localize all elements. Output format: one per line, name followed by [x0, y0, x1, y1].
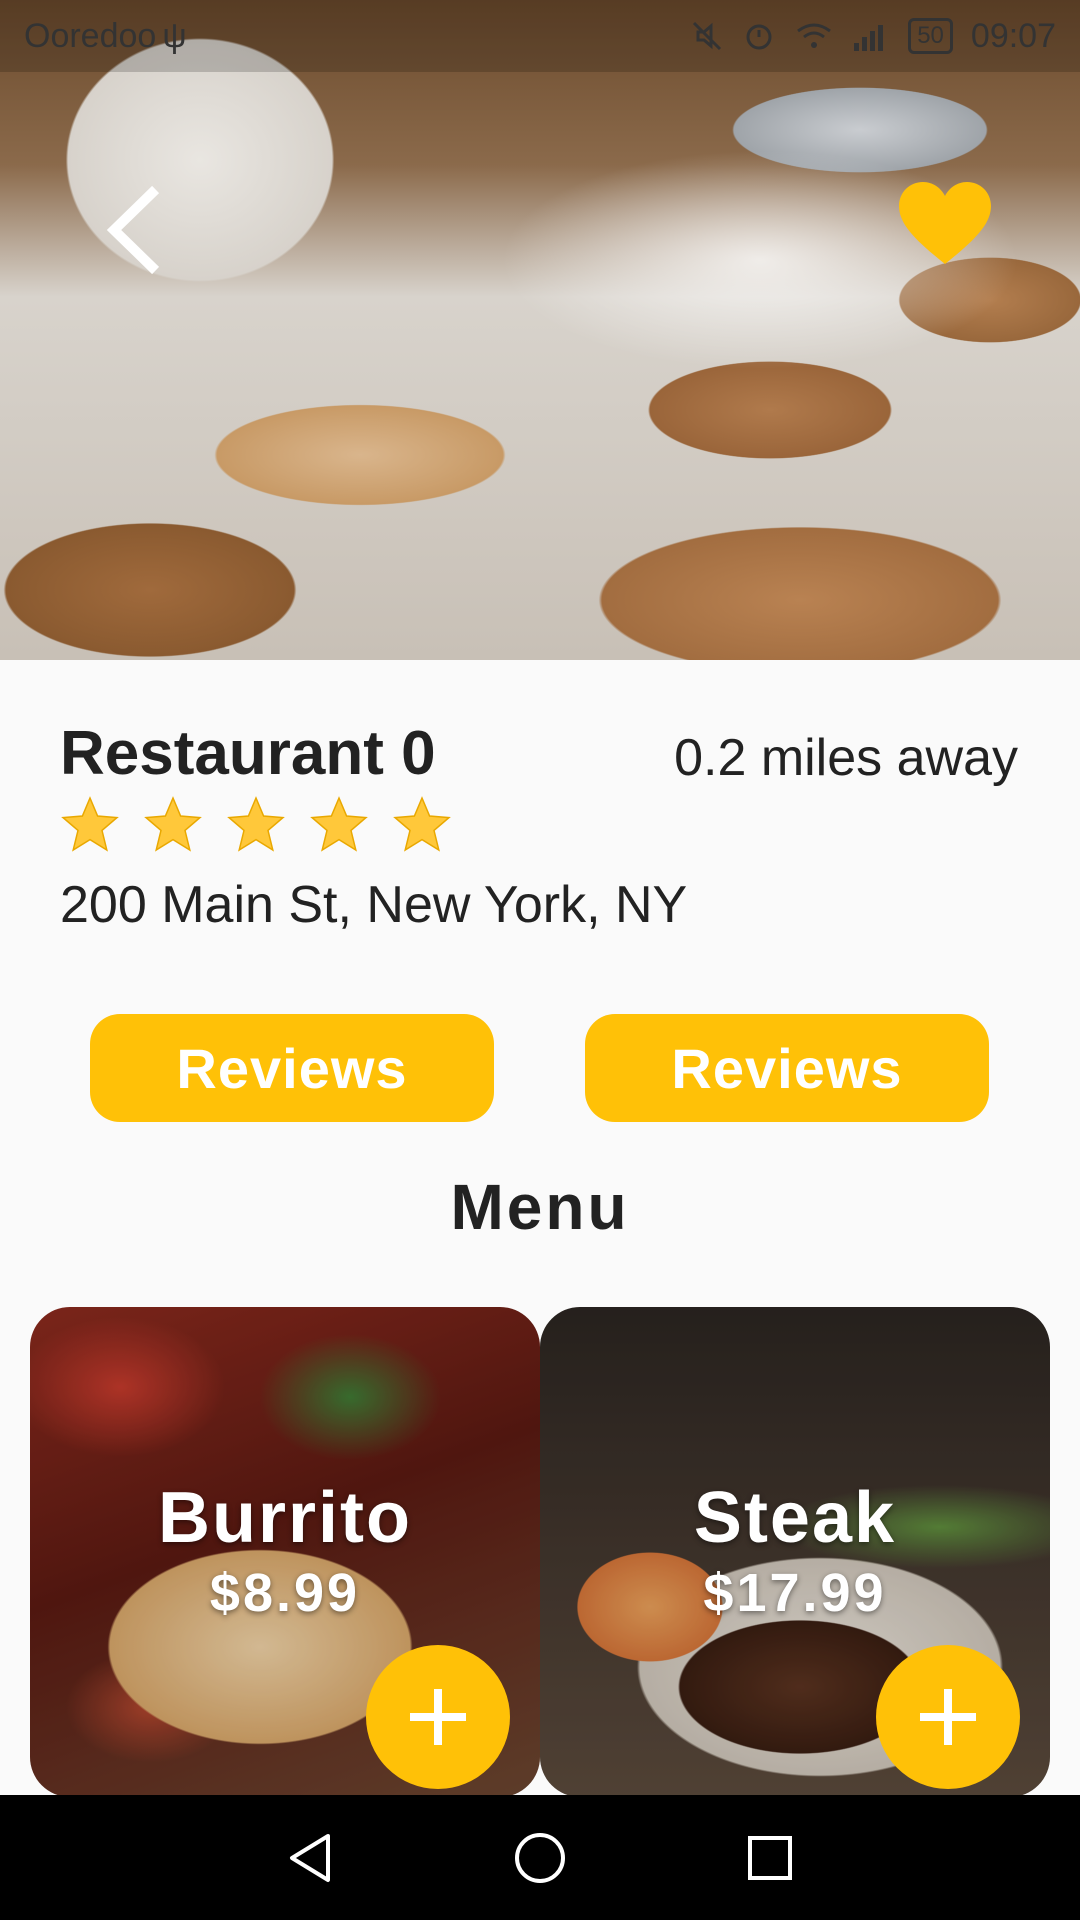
star-icon	[61, 796, 119, 852]
battery-indicator: 50	[908, 18, 953, 54]
restaurant-address: 200 Main St, New York, NY	[60, 876, 688, 934]
nav-recents-button[interactable]	[740, 1828, 800, 1888]
restaurant-name: Restaurant 0	[60, 719, 436, 788]
menu-item-card-burrito[interactable]: Burrito $8.99	[30, 1307, 540, 1797]
star-icon	[227, 796, 285, 852]
hero-image: Ooredoo ψ 50 09:07	[0, 0, 1080, 660]
chevron-left-icon	[106, 185, 160, 275]
menu-item-name: Steak	[693, 1478, 897, 1558]
mute-icon	[693, 21, 722, 51]
signal-icon	[854, 25, 884, 51]
reviews-button-label: Reviews	[671, 1036, 903, 1100]
menu-item-price: $17.99	[703, 1563, 887, 1623]
nav-back-button[interactable]	[280, 1828, 340, 1888]
reviews-button-left[interactable]: Reviews	[90, 1014, 494, 1122]
wifi-icon	[797, 23, 832, 48]
plus-icon	[920, 1689, 976, 1745]
menu-item-price: $8.99	[209, 1563, 361, 1623]
add-burrito-button[interactable]	[366, 1645, 510, 1789]
distance-label: 0.2 miles away	[674, 729, 1018, 787]
star-icon	[144, 796, 202, 852]
star-icon	[393, 796, 451, 852]
menu-item-name: Burrito	[158, 1478, 412, 1558]
square-recents-icon	[748, 1835, 792, 1880]
add-steak-button[interactable]	[876, 1645, 1020, 1789]
circle-home-icon	[515, 1832, 565, 1883]
triangle-back-icon	[290, 1833, 330, 1882]
reviews-button-label: Reviews	[176, 1036, 408, 1100]
rating-stars	[60, 795, 452, 855]
status-bar: Ooredoo ψ 50 09:07	[0, 0, 1080, 72]
star-icon	[310, 796, 368, 852]
plus-icon	[410, 1689, 466, 1745]
system-nav-bar	[0, 1795, 1080, 1920]
reviews-button-right[interactable]: Reviews	[585, 1014, 989, 1122]
carrier-label: Ooredoo	[24, 16, 157, 55]
back-button[interactable]	[100, 185, 170, 275]
menu-item-card-steak[interactable]: Steak $17.99	[540, 1307, 1050, 1797]
menu-heading: Menu	[450, 1171, 630, 1243]
clock: 09:07	[970, 16, 1056, 55]
favorite-button[interactable]	[895, 180, 995, 270]
alarm-icon	[746, 24, 772, 50]
heart-icon	[899, 182, 991, 264]
usb-icon: ψ	[162, 16, 187, 55]
nav-home-button[interactable]	[510, 1828, 570, 1888]
